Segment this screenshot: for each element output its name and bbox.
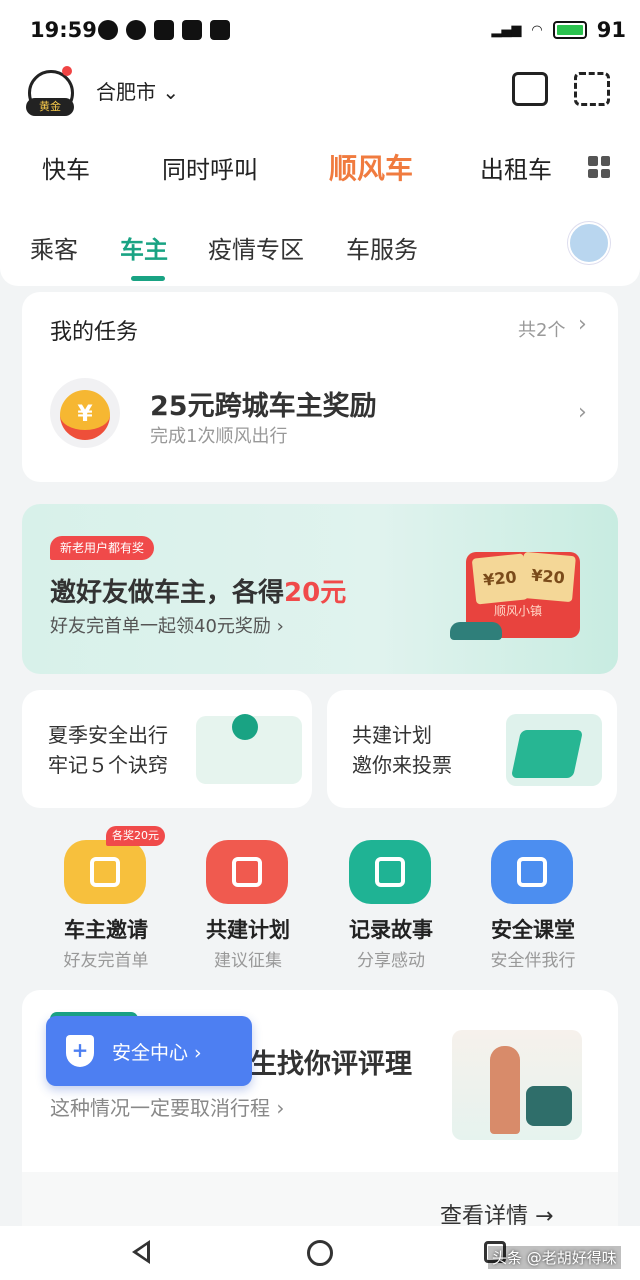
voucher-icon: ¥20 [520, 551, 576, 603]
notebook-icon[interactable] [491, 840, 573, 904]
my-tasks-title: 我的任务 [50, 320, 139, 345]
summer-safety-line1: 夏季安全出行 [48, 723, 168, 747]
battery-level: 91 [596, 18, 626, 42]
wifi-icon: ◠ [531, 22, 543, 38]
story-subtitle[interactable]: 这种情况一定要取消行程 › [50, 1092, 284, 1121]
chevron-right-icon: › [578, 312, 587, 337]
shield-icon: + [66, 1035, 94, 1067]
tab-epidemic[interactable]: 疫情专区 [208, 230, 304, 265]
safety-class-label[interactable]: 安全课堂 [463, 914, 603, 944]
person-illustration [490, 1046, 520, 1134]
car-icon [450, 622, 502, 640]
camera-illustration [526, 1086, 572, 1126]
location-pin-icon [232, 714, 258, 740]
watermark: 头条 @老胡好得味 [488, 1246, 621, 1269]
hash-notification-icon [154, 20, 174, 40]
notification-icons [98, 20, 230, 40]
story-title: 生找你评评理 [250, 1049, 412, 1080]
co-build-plan-sub: 建议征集 [214, 951, 282, 971]
system-status: ▂▄▆ ◠ 91 [491, 18, 626, 42]
message-icon[interactable] [512, 72, 548, 106]
tab-car-service[interactable]: 车服务 [346, 230, 418, 265]
mode-hitch-ride[interactable]: 顺风车 [329, 147, 413, 187]
gold-member-badge: 黄金 [26, 98, 74, 116]
driver-invite-label[interactable]: 车主邀请 [36, 914, 176, 944]
task-name[interactable]: 25元跨城车主奖励 [150, 384, 377, 423]
gift-icon[interactable] [64, 840, 146, 904]
tab-driver[interactable]: 车主 [120, 230, 168, 265]
record-story-sub: 分享感动 [357, 951, 425, 971]
app-notification-icon [98, 20, 118, 40]
tab-passenger[interactable]: 乘客 [30, 230, 78, 265]
safety-center-label: 安全中心 › [112, 1041, 202, 1064]
voucher-icon: ¥20 [471, 553, 529, 605]
driver-invite-sub: 好友完首单 [63, 951, 149, 971]
grid-menu-icon[interactable] [588, 156, 610, 178]
banner-tag: 新老用户都有奖 [50, 536, 155, 560]
status-time: 19:59 [30, 18, 97, 42]
task-chevron-right-icon[interactable]: › [578, 400, 587, 425]
co-build-text: 共建计划 邀你来投票 [352, 720, 452, 780]
summer-safety-text: 夏季安全出行 牢记５个诀窍 [48, 720, 168, 780]
task-subtitle: 完成1次顺风出行 [150, 426, 288, 447]
avatar-notification-dot [62, 66, 72, 76]
battery-icon [552, 21, 587, 39]
chat-notification-icon [126, 20, 146, 40]
safety-center-button[interactable]: + 安全中心 › [46, 1016, 252, 1086]
co-build-plan-label[interactable]: 共建计划 [178, 914, 318, 944]
co-build-line1: 共建计划 [352, 723, 432, 747]
summer-safety-line2: 牢记５个诀窍 [48, 753, 168, 777]
home-icon[interactable] [307, 1240, 333, 1266]
banner-subtitle[interactable]: 好友完首单一起领40元奖励 › [50, 612, 284, 638]
signal-icon: ▂▄▆ [491, 22, 522, 38]
co-build-line2: 邀你来投票 [352, 753, 452, 777]
record-story-label[interactable]: 记录故事 [321, 914, 461, 944]
envelope-label: 顺风小镇 [494, 604, 543, 618]
safety-class-sub: 安全伴我行 [490, 951, 576, 971]
banner-title: 邀好友做车主，各得20元 [50, 572, 346, 609]
snapchat-notification-icon [182, 20, 202, 40]
mode-taxi[interactable]: 出租车 [480, 150, 552, 185]
task-count-link[interactable]: 共2个 [518, 316, 565, 342]
mode-express[interactable]: 快车 [42, 150, 90, 185]
pocket-notification-icon [210, 20, 230, 40]
scan-icon[interactable] [574, 72, 610, 106]
reward-badge: 各奖20元 [106, 826, 165, 846]
chevron-down-icon: ⌄ [162, 80, 180, 104]
city-selector[interactable]: 合肥市 ⌄ [96, 76, 179, 105]
banner-title-text: 邀好友做车主，各得 [50, 578, 285, 608]
edit-icon[interactable] [206, 840, 288, 904]
sub-tabs [0, 210, 640, 286]
driver-avatar[interactable] [568, 222, 610, 264]
city-label: 合肥市 [96, 80, 156, 104]
back-icon-inner [137, 1245, 147, 1259]
tab-active-indicator [131, 276, 165, 281]
book-heart-icon[interactable] [349, 840, 431, 904]
phone-illustration [510, 730, 584, 778]
coin-envelope-icon: ¥ [60, 390, 110, 440]
banner-title-highlight: 20元 [284, 578, 347, 608]
mode-simultaneous-call[interactable]: 同时呼叫 [162, 150, 258, 185]
